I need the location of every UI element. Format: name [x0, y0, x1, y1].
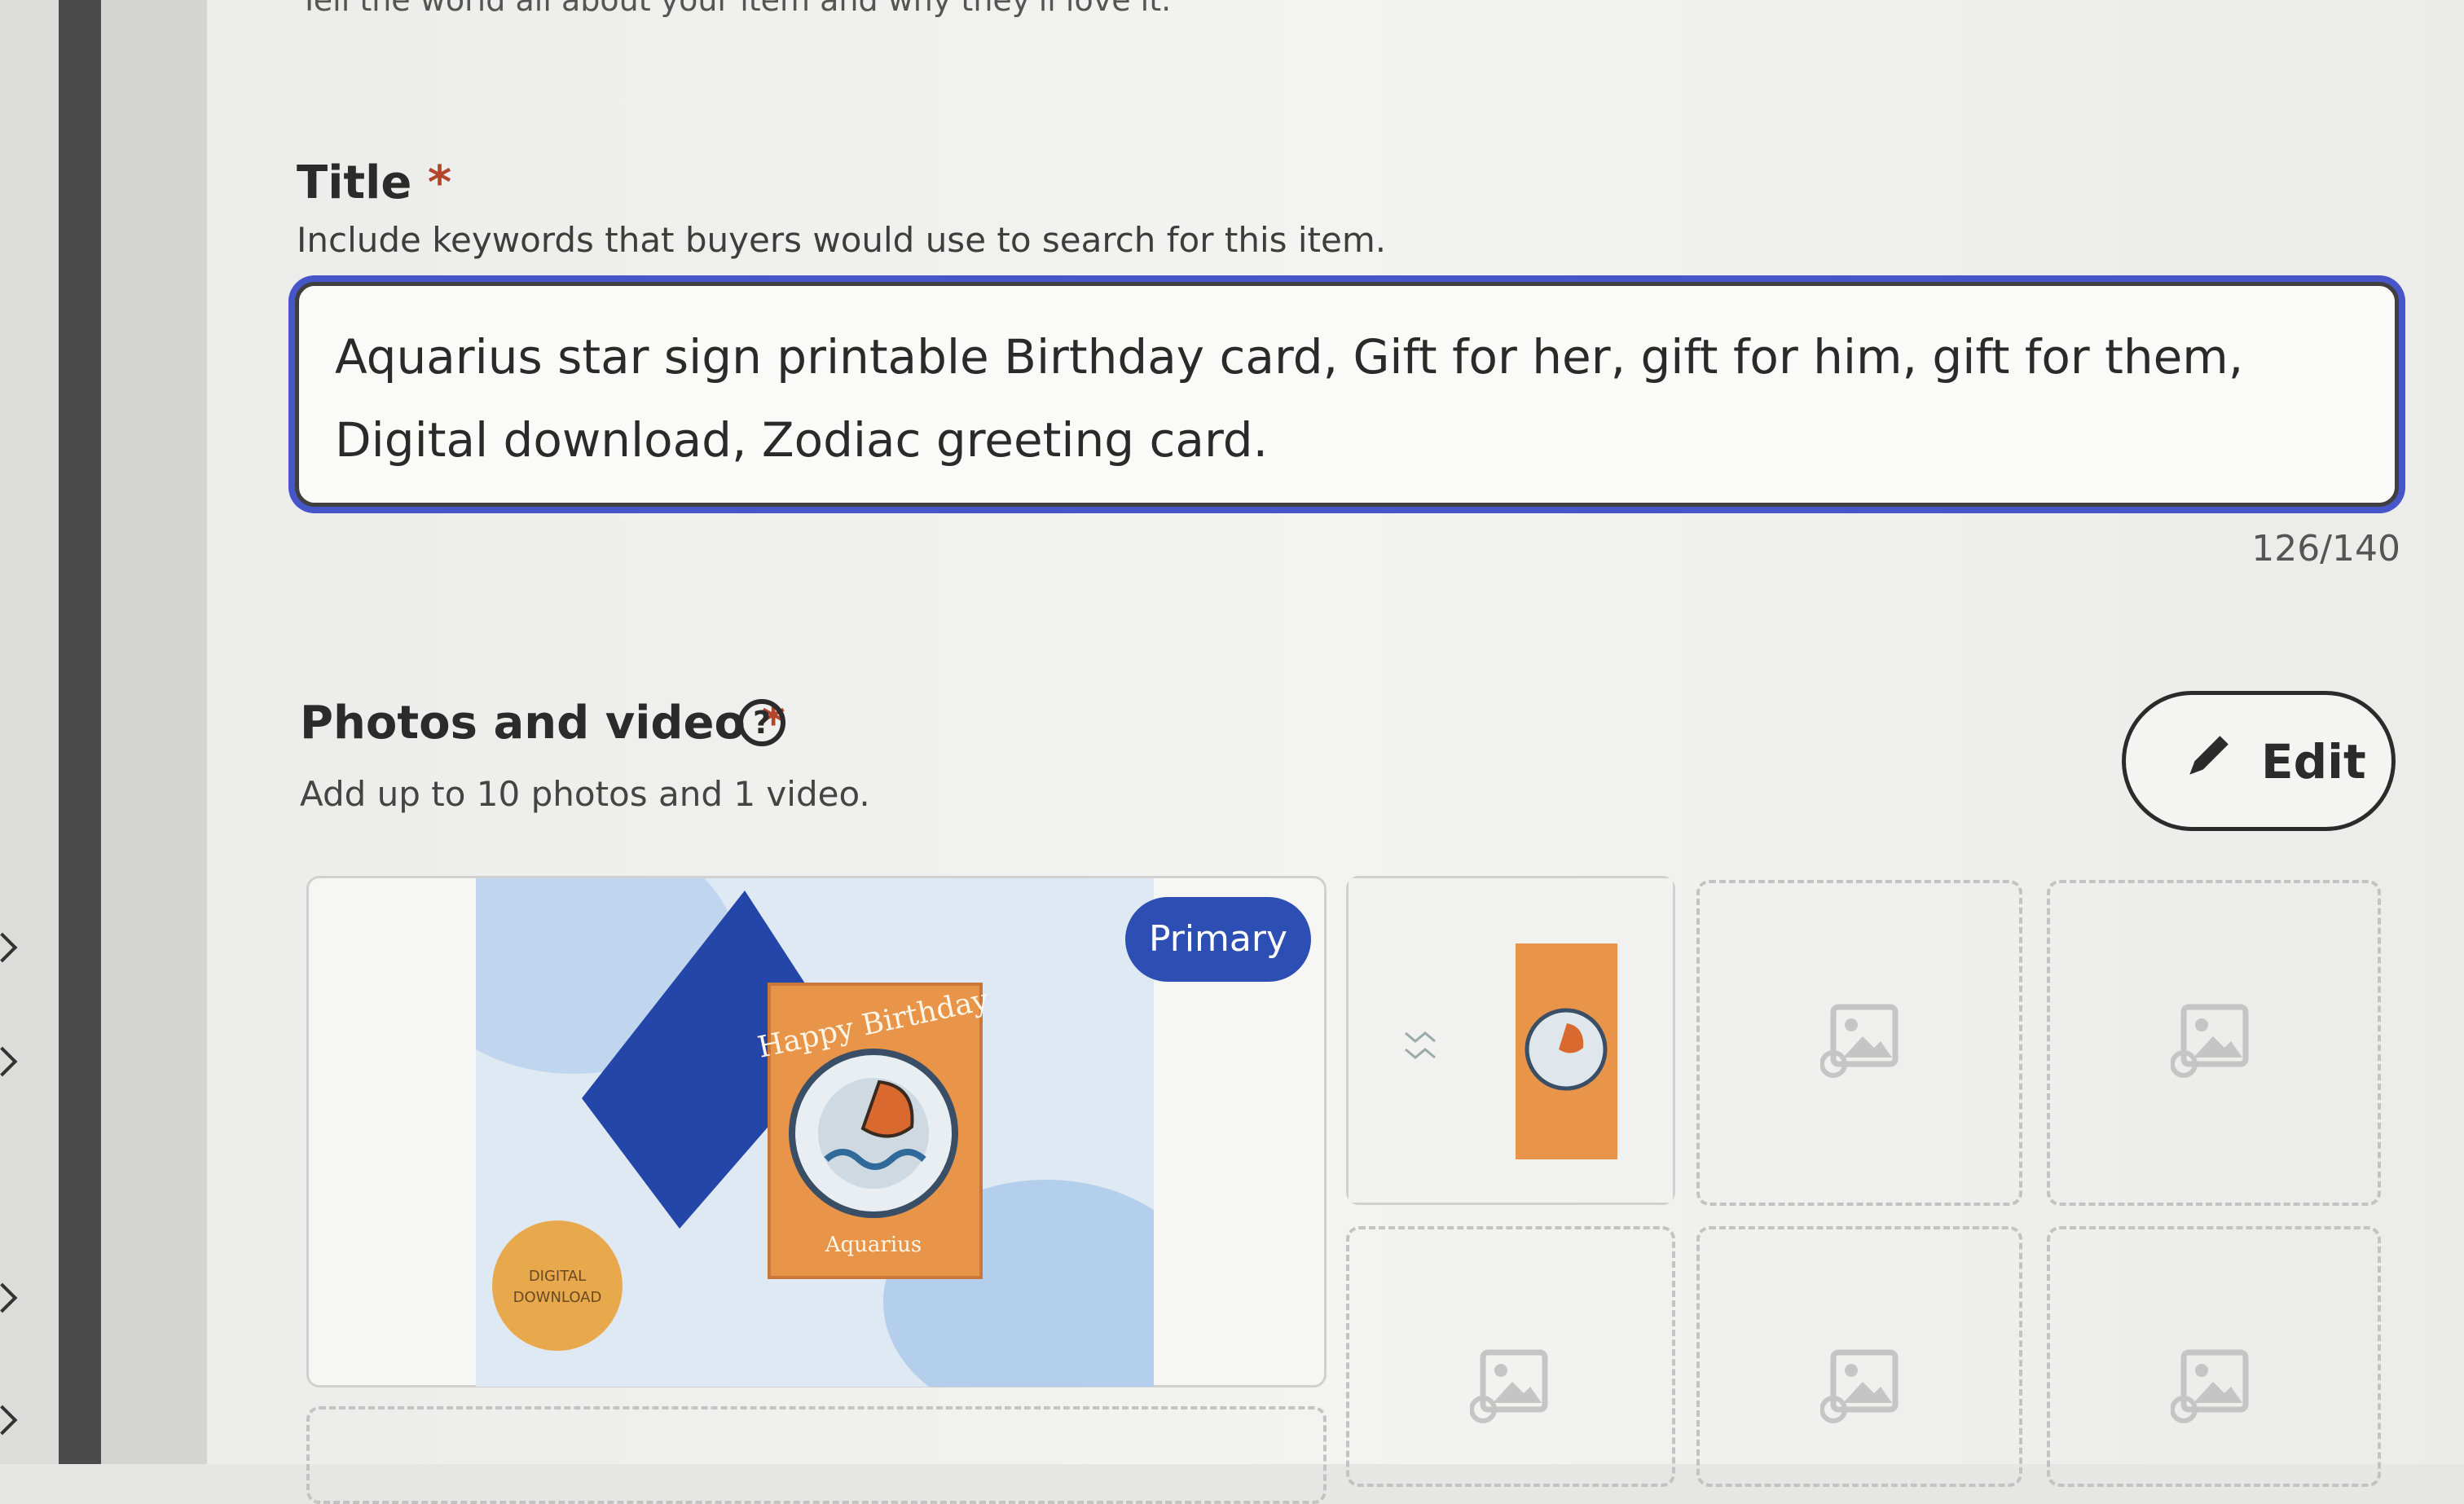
photos-label-text: Photos and video: [300, 697, 746, 750]
photos-label: Photos and video *: [300, 697, 785, 750]
image-placeholder-icon: [1820, 1004, 1899, 1078]
primary-photo-tile[interactable]: Happy Birthday Aquarius DIGITAL DOWNLOAD…: [306, 876, 1327, 1387]
photos-helper-text: Add up to 10 photos and 1 video.: [300, 774, 870, 814]
image-placeholder-icon: [2171, 1349, 2249, 1423]
required-asterisk: *: [427, 156, 452, 209]
chevron-right-icon[interactable]: [0, 932, 18, 963]
edit-button-label: Edit: [2261, 734, 2366, 789]
download-badge-text: DOWNLOAD: [513, 1289, 602, 1306]
image-placeholder-icon: [1470, 1349, 1548, 1423]
page-gutter: [101, 0, 207, 1464]
pencil-icon: [2189, 736, 2229, 775]
edit-photos-button[interactable]: Edit: [2122, 691, 2396, 831]
title-input[interactable]: Aquarius star sign printable Birthday ca…: [295, 282, 2399, 507]
primary-photo-image: Happy Birthday Aquarius DIGITAL DOWNLOAD: [476, 878, 1154, 1387]
photo-tile-2[interactable]: [1346, 876, 1675, 1205]
description-helper-text: Tell the world all about your item and w…: [300, 0, 1172, 18]
chevron-right-icon[interactable]: [0, 1046, 18, 1077]
digital-badge-text: DIGITAL: [529, 1268, 586, 1285]
title-label-text: Title: [297, 156, 412, 209]
title-label: Title *: [297, 156, 451, 209]
browser-side-rail: [0, 0, 101, 1464]
side-rail-divider: [59, 0, 101, 1464]
title-char-count: 126/140: [2251, 528, 2400, 569]
chevron-right-icon[interactable]: [0, 1282, 18, 1313]
chevron-right-icon[interactable]: [0, 1405, 18, 1436]
image-placeholder-icon: [1820, 1349, 1899, 1423]
image-placeholder-icon: [2171, 1004, 2249, 1078]
title-helper-text: Include keywords that buyers would use t…: [297, 220, 1387, 260]
card-aquarius-text: Aquarius: [825, 1233, 922, 1257]
empty-video-slot[interactable]: [306, 1406, 1327, 1504]
primary-badge: Primary: [1125, 897, 1311, 982]
help-question-icon[interactable]: ?: [738, 699, 785, 746]
photo-thumbnail-image: [1349, 878, 1673, 1203]
